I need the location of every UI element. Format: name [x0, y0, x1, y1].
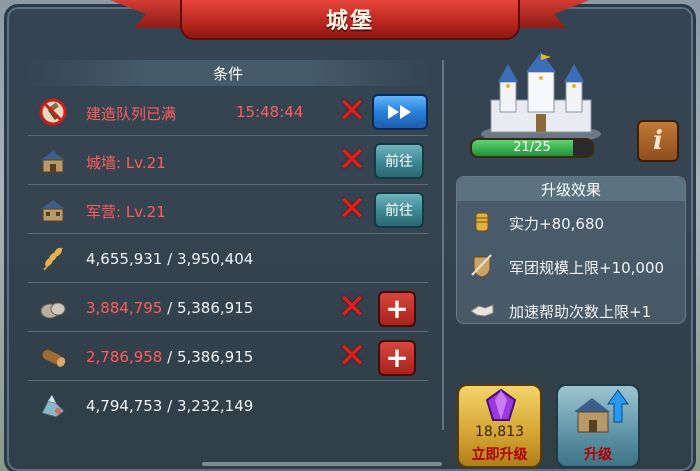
speedup-button[interactable] [372, 94, 428, 130]
condition-label: 军营: Lv.21 [86, 203, 166, 221]
effects-header: 升级效果 [457, 177, 685, 201]
condition-row-stone: 3,884,795 / 5,386,915 ✕ + [28, 284, 428, 332]
unmet-x-icon: ✕ [337, 91, 367, 131]
conditions-panel: 条件 建造队列已满 15:48:44 ✕ 城墙: Lv.21 ✕ 前往 军营: … [18, 56, 442, 436]
condition-label: 城墙: Lv.21 [86, 154, 166, 172]
condition-row-build-queue: 建造队列已满 15:48:44 ✕ [28, 88, 428, 136]
wheat-icon [43, 247, 63, 271]
goto-wall-button[interactable]: 前往 [374, 143, 424, 179]
instant-upgrade-label: 立即升级 [471, 447, 528, 463]
stone-icon [40, 302, 66, 319]
wood-log-icon [42, 349, 66, 367]
effects-header-label: 升级效果 [540, 180, 601, 199]
fast-forward-icon [388, 105, 411, 119]
barracks-building-icon [41, 200, 65, 222]
resource-amount: 2,786,958 / 5,386,915 [86, 348, 254, 366]
effect-item: 加速帮助次数上限+1 [467, 295, 687, 325]
upgrade-building-icon [574, 389, 629, 433]
gem-icon [485, 388, 517, 421]
add-stone-button[interactable]: + [378, 291, 416, 327]
upgrade-effects-panel: 升级效果 实力+80,680 军团规模上限+10,000 加速帮助次数上限+1 [456, 176, 686, 324]
resource-amount: 4,655,931 / 3,950,404 [86, 250, 254, 268]
resource-need: 5,386,915 [176, 299, 254, 317]
handshake-icon [470, 304, 494, 317]
power-fist-icon [475, 212, 489, 232]
ore-icon [41, 395, 65, 418]
resource-have: 4,794,753 [86, 397, 163, 415]
effect-text: 加速帮助次数上限+1 [509, 303, 652, 321]
unmet-x-icon: ✕ [337, 336, 367, 376]
condition-row-wall: 城墙: Lv.21 ✕ 前往 [28, 137, 428, 185]
effect-item: 实力+80,680 [467, 207, 687, 237]
resource-need: 5,386,915 [176, 348, 254, 366]
hammer-no-icon [39, 98, 67, 126]
conditions-header-label: 条件 [212, 64, 243, 83]
resource-amount: 4,794,753 / 3,232,149 [86, 397, 254, 415]
wall-building-icon [41, 151, 65, 173]
queue-timer: 15:48:44 [236, 103, 304, 121]
resource-amount: 3,884,795 / 5,386,915 [86, 299, 254, 317]
add-wood-button[interactable]: + [378, 340, 416, 376]
info-button[interactable]: i [637, 120, 679, 162]
gem-cost: 18,813 [475, 424, 524, 440]
instant-upgrade-button[interactable]: 18,813 立即升级 [457, 384, 542, 468]
resource-have: 4,655,931 [86, 250, 163, 268]
progress-text: 21/25 [513, 140, 551, 155]
effect-text: 实力+80,680 [509, 215, 605, 233]
castle-image [481, 52, 601, 144]
upgrade-label: 升级 [584, 447, 612, 463]
condition-row-ore: 4,794,753 / 3,232,149 [28, 382, 428, 430]
castle-level-progress: 21/25 [470, 138, 594, 158]
resource-need: 3,232,149 [176, 397, 254, 415]
condition-row-barracks: 军营: Lv.21 ✕ 前往 [28, 186, 428, 234]
upgrade-button[interactable]: 升级 [556, 384, 640, 468]
conditions-header: 条件 [28, 60, 428, 86]
army-shield-icon [471, 254, 492, 278]
unmet-x-icon: ✕ [337, 140, 367, 180]
effect-text: 军团规模上限+10,000 [509, 259, 665, 277]
condition-row-wood: 2,786,958 / 5,386,915 ✕ + [28, 333, 428, 381]
unmet-x-icon: ✕ [337, 287, 367, 327]
resource-have: 3,884,795 [86, 299, 163, 317]
resource-need: 3,950,404 [176, 250, 254, 268]
condition-row-food: 4,655,931 / 3,950,404 [28, 235, 428, 283]
scroll-indicator[interactable] [202, 462, 442, 466]
effect-item: 军团规模上限+10,000 [467, 251, 687, 281]
dialog-title: 城堡 [325, 9, 374, 34]
unmet-x-icon: ✕ [337, 189, 367, 229]
condition-label: 建造队列已满 [86, 105, 177, 123]
title-banner: 城堡 [180, 0, 520, 40]
goto-barracks-button[interactable]: 前往 [374, 192, 424, 228]
resource-have: 2,786,958 [86, 348, 163, 366]
panel-divider [442, 60, 444, 430]
